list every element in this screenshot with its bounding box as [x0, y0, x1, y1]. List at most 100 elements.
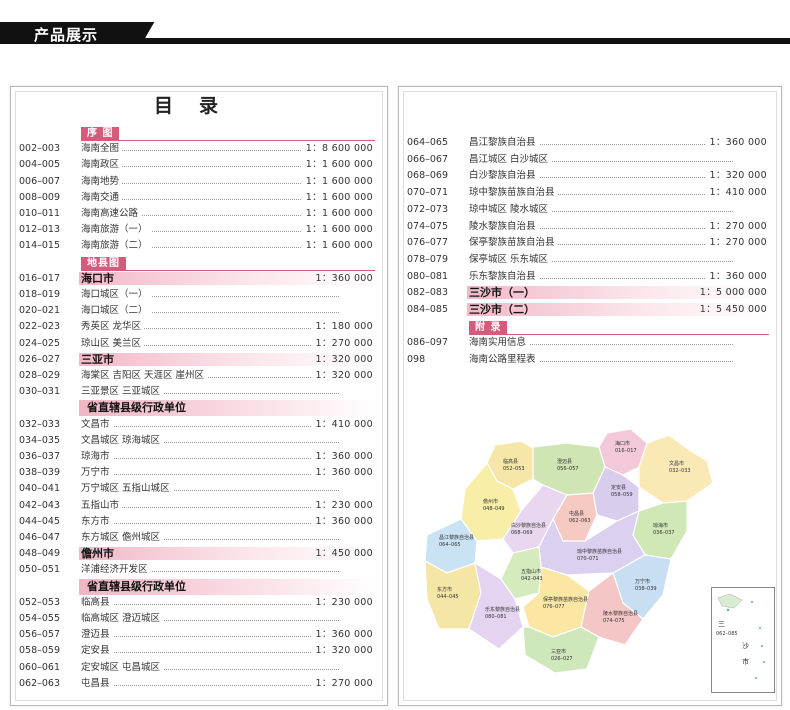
map-scale: 1：1 600 000	[301, 189, 373, 205]
entry-title: 定安城区 屯昌城区	[81, 659, 164, 675]
toc-entry[interactable]: 032–033 文昌市 1：410 000	[19, 416, 379, 432]
toc-entry[interactable]: 064–065 昌江黎族自治县 1：360 000	[407, 135, 773, 150]
toc-entry[interactable]: 006–007 海南地势 1：1 600 000	[19, 173, 379, 189]
sansha-inset-map: 三 062–085 沙 市	[711, 587, 775, 693]
toc-entry[interactable]: 046–047 东方城区 儋州城区	[19, 530, 379, 545]
map-scale: 1：5 450 000	[699, 304, 767, 315]
toc-entry[interactable]: 026–027 三亚市 1：320 000	[19, 352, 379, 367]
map-scale: 1：270 000	[311, 335, 373, 351]
toc-entry[interactable]: 030–031 三亚景区 三亚城区	[19, 384, 379, 400]
page-range: 068–069	[407, 170, 449, 182]
toc-entry[interactable]: 036–037 琼海市 1：360 000	[19, 449, 379, 464]
entry-title: 文昌城区 琼海城区	[81, 432, 164, 448]
map-scale: 1：320 000	[705, 168, 767, 184]
toc-entry[interactable]: 082–083 三沙市（一） 1：5 000 000	[407, 285, 773, 300]
page-range: 002–003	[19, 143, 61, 155]
map-region-pages: 026–027	[551, 656, 573, 662]
toc-entry[interactable]: 060–061 定安城区 屯昌城区	[19, 659, 379, 675]
page-range: 014–015	[19, 240, 61, 252]
toc-entry[interactable]: 056–057 澄迈县 1：360 000	[19, 627, 379, 643]
toc-entry[interactable]: 038–039 万宁市 1：360 000	[19, 465, 379, 481]
section-tag: 序 图	[19, 127, 379, 141]
toc-entry[interactable]: 062–063 屯昌县 1：270 000	[19, 675, 379, 691]
toc-entry[interactable]: 044–045 东方市 1：360 000	[19, 513, 379, 529]
toc-entry[interactable]: 050–051 洋浦经济开发区	[19, 562, 379, 578]
toc-entry[interactable]: 052–053 临高县 1：230 000	[19, 594, 379, 610]
toc-entry[interactable]: 034–035 文昌城区 琼海城区	[19, 432, 379, 448]
toc-entry[interactable]: 002–003 海南全图 1：8 600 000	[19, 141, 379, 157]
leader-dots	[81, 636, 339, 638]
toc-entry[interactable]: 098 海南公路里程表	[407, 352, 773, 368]
toc-entry[interactable]: 004–005 海南政区 1：1 600 000	[19, 157, 379, 173]
toc-entry[interactable]: 022–023 秀英区 龙华区 1：180 000	[19, 319, 379, 335]
map-region-pages: 044–045	[437, 594, 459, 600]
toc-entry[interactable]: 058–059 定安县 1：320 000	[19, 643, 379, 659]
page-range: 006–007	[19, 175, 61, 187]
entry-title: 海南旅游（一）	[81, 222, 151, 238]
toc-entry[interactable]: 068–069 白沙黎族自治县 1：320 000	[407, 168, 773, 184]
entry-title: 三沙市（二）	[469, 303, 535, 316]
toc-entry[interactable]: 070–071 琼中黎族苗族自治县 1：410 000	[407, 185, 773, 201]
page-range: 042–043	[19, 499, 61, 511]
leader-dots	[81, 652, 339, 654]
entry-title: 海口市	[81, 271, 114, 285]
toc-entry[interactable]: 042–043 五指山市 1：230 000	[19, 497, 379, 513]
inset-dot	[751, 601, 753, 603]
entry-title: 海南公路里程表	[469, 352, 539, 368]
map-scale: 1：270 000	[705, 218, 767, 234]
toc-entry[interactable]: 012–013 海南旅游（一） 1：1 600 000	[19, 222, 379, 238]
entry-title: 海口城区（二）	[81, 303, 151, 319]
toc-entry[interactable]: 086–097 海南实用信息	[407, 335, 773, 351]
toc-entry[interactable]: 072–073 琼中城区 陵水城区	[407, 201, 773, 217]
toc-entry[interactable]: 066–067 昌江城区 白沙城区	[407, 151, 773, 167]
page-range: 004–005	[19, 159, 61, 171]
entry-title: 海南高速公路	[81, 206, 142, 221]
page-range: 026–027	[19, 353, 61, 365]
map-region-name: 海口市	[615, 440, 630, 447]
leader-dots	[81, 603, 339, 605]
map-scale: 1：360 000	[705, 135, 767, 150]
inset-dot	[755, 677, 757, 679]
map-scale: 1：360 000	[311, 449, 373, 464]
toc-entry[interactable]: 010–011 海南高速公路 1：1 600 000	[19, 206, 379, 221]
toc-entry[interactable]: 008–009 海南交通 1：1 600 000	[19, 189, 379, 205]
entry-title: 保亭城区 乐东城区	[469, 251, 552, 267]
map-region-name: 琼中黎族苗族自治县	[577, 548, 622, 555]
map-scale: 1：1 600 000	[301, 222, 373, 238]
inset-label: 沙	[742, 642, 749, 650]
group-heading: 省直辖县级行政单位	[79, 400, 375, 417]
toc-entry[interactable]: 018–019 海口城区（一）	[19, 287, 379, 302]
toc-entry[interactable]: 024–025 琼山区 美兰区 1：270 000	[19, 335, 379, 351]
toc-entry[interactable]: 076–077 保亭黎族苗族自治县 1：270 000	[407, 235, 773, 251]
entry-title: 屯昌县	[81, 675, 113, 691]
header-banner: 产品展示	[0, 20, 790, 46]
toc-entry[interactable]: 020–021 海口城区（二）	[19, 303, 379, 319]
section-tag: 附 录	[407, 320, 773, 335]
entry-title: 临高县	[81, 594, 113, 610]
map-region-name: 定安县	[611, 484, 626, 491]
page-range: 064–065	[407, 137, 449, 148]
inset-island	[717, 593, 743, 609]
page-range: 074–075	[407, 220, 449, 232]
toc-entry[interactable]: 014–015 海南旅游（二） 1：1 600 000	[19, 238, 379, 254]
toc-entry[interactable]: 074–075 陵水黎族自治县 1：270 000	[407, 218, 773, 234]
toc-entry[interactable]: 048–049 儋州市 1：450 000	[19, 546, 379, 561]
page-range: 070–071	[407, 187, 449, 199]
page-range: 052–053	[19, 596, 61, 608]
map-scale: 1：320 000	[311, 368, 373, 383]
toc-entry[interactable]: 016–017 海口市 1：360 000	[19, 271, 379, 286]
toc-entry[interactable]: 054–055 临高城区 澄迈城区	[19, 611, 379, 626]
toc-entry[interactable]: 078–079 保亭城区 乐东城区	[407, 251, 773, 267]
toc-entry[interactable]: 084–085 三沙市（二） 1：5 450 000	[407, 302, 773, 317]
map-scale: 1：230 000	[311, 594, 373, 610]
toc-entry[interactable]: 040–041 万宁城区 五指山城区	[19, 481, 379, 497]
map-region-pages: 038–039	[635, 586, 657, 592]
toc-title: 目录	[153, 95, 244, 117]
entry-title: 东方市	[81, 513, 113, 529]
toc-entry[interactable]: 080–081 乐东黎族自治县 1：360 000	[407, 268, 773, 284]
toc-entry[interactable]: 028–029 海棠区 吉阳区 天涯区 崖州区 1：320 000	[19, 368, 379, 383]
map-scale: 1：410 000	[705, 185, 767, 201]
map-scale: 1：320 000	[315, 353, 373, 365]
page-range: 018–019	[19, 289, 61, 300]
hainan-map: 临高县052–053 海口市016–017 文昌市032–033 澄迈县056–057…	[424, 428, 714, 674]
